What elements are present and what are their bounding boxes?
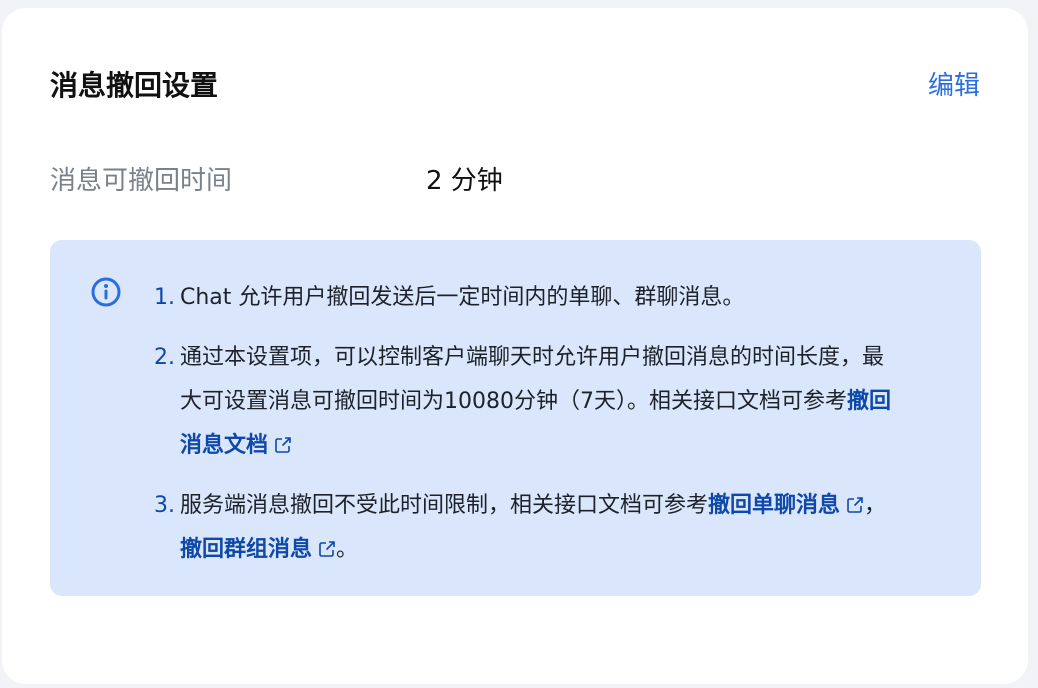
notice-item-text: Chat 允许用户撤回发送后一定时间内的单聊、群聊消息。 xyxy=(180,285,745,310)
external-link-icon xyxy=(319,541,335,557)
info-circle-icon xyxy=(91,277,121,307)
external-link-icon xyxy=(847,497,863,513)
notice-list: 1. Chat 允许用户撤回发送后一定时间内的单聊、群聊消息。 2. 通过本设置… xyxy=(154,276,894,588)
notice-item-text: 服务端消息撤回不受此时间限制，相关接口文档可参考 xyxy=(180,493,709,518)
notice-item-text: 通过本设置项，可以控制客户端聊天时允许用户撤回消息的时间长度，最大可设置消息可撤… xyxy=(180,345,885,414)
notice-item: 2. 通过本设置项，可以控制客户端聊天时允许用户撤回消息的时间长度，最大可设置消… xyxy=(154,336,894,468)
notice-item-number: 2. xyxy=(154,345,175,370)
recall-single-chat-doc-link-label: 撤回单聊消息 xyxy=(708,493,841,518)
recall-single-chat-doc-link[interactable]: 撤回单聊消息 xyxy=(708,493,864,518)
recall-time-label: 消息可撤回时间 xyxy=(50,166,233,196)
recall-group-doc-link-label: 撤回群组消息 xyxy=(180,537,313,562)
external-link-icon xyxy=(275,437,291,453)
notice-end-punctuation: 。 xyxy=(336,537,359,562)
notice-item: 3. 服务端消息撤回不受此时间限制，相关接口文档可参考撤回单聊消息 ， 撤回群组消息… xyxy=(154,484,894,572)
info-notice: 1. Chat 允许用户撤回发送后一定时间内的单聊、群聊消息。 2. 通过本设置… xyxy=(50,240,981,596)
recall-group-doc-link[interactable]: 撤回群组消息 xyxy=(180,537,336,562)
card-title: 消息撤回设置 xyxy=(50,69,219,102)
notice-item-number: 1. xyxy=(154,285,175,310)
message-recall-settings-card: 消息撤回设置 编辑 消息可撤回时间 2 分钟 1. Chat 允许用户撤回发送后… xyxy=(2,8,1028,684)
recall-time-value: 2 分钟 xyxy=(426,166,503,196)
edit-button[interactable]: 编辑 xyxy=(928,68,980,104)
notice-item-number: 3. xyxy=(154,493,175,518)
notice-item: 1. Chat 允许用户撤回发送后一定时间内的单聊、群聊消息。 xyxy=(154,276,894,320)
notice-separator: ， xyxy=(864,493,887,518)
